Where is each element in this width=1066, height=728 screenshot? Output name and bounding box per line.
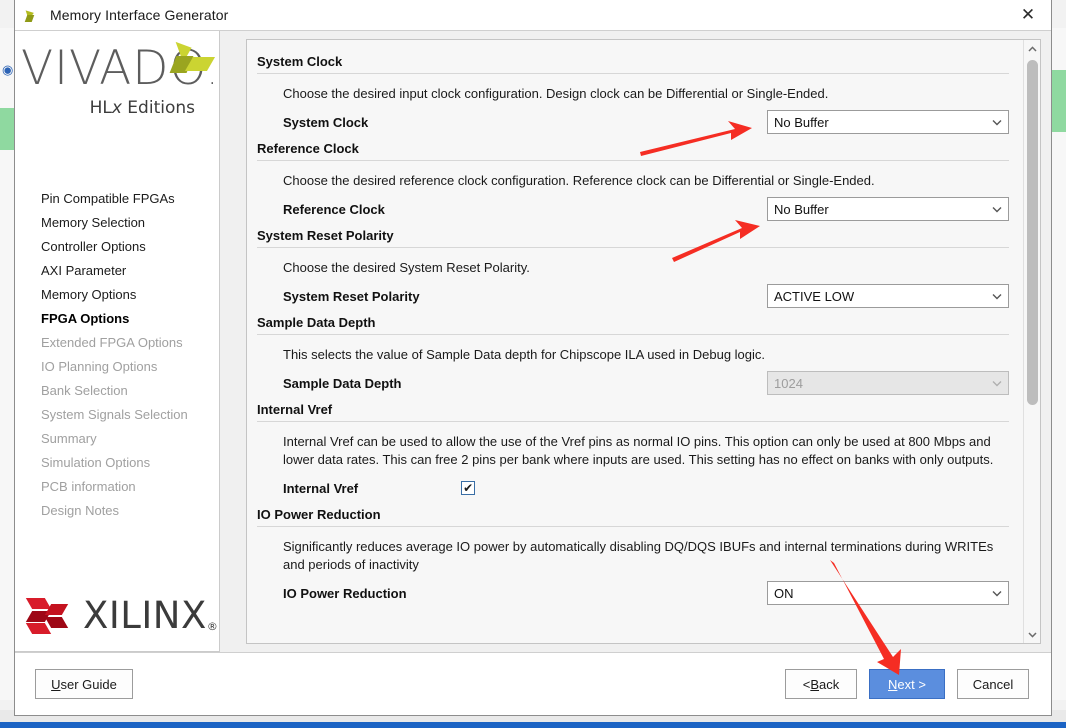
vivado-logo: VIVADO. HLx Editions xyxy=(15,31,219,181)
navigation-list: Pin Compatible FPGAs Memory Selection Co… xyxy=(15,181,219,580)
options-panel: System Clock Choose the desired input cl… xyxy=(246,39,1041,644)
checkmark-icon: ✔ xyxy=(463,481,474,495)
field-row-io-power-reduction: IO Power Reduction ON xyxy=(257,578,1009,608)
back-label: ack xyxy=(819,676,840,692)
section-desc-reference-clock: Choose the desired reference clock confi… xyxy=(283,173,875,188)
sidebar-item-bank-selection: Bank Selection xyxy=(41,383,128,398)
sidebar-item-extended-fpga-options: Extended FPGA Options xyxy=(41,335,183,350)
cancel-button[interactable]: Cancel xyxy=(957,669,1029,699)
chevron-down-icon xyxy=(992,119,1002,126)
section-title-system-clock: System Clock xyxy=(257,50,1009,74)
field-row-system-reset-polarity: System Reset Polarity ACTIVE LOW xyxy=(257,281,1009,311)
chevron-down-icon xyxy=(992,293,1002,300)
close-icon[interactable]: ✕ xyxy=(1005,0,1051,30)
section-title-reference-clock: Reference Clock xyxy=(257,137,1009,161)
memory-interface-generator-dialog: Memory Interface Generator ✕ VIVADO. HLx… xyxy=(14,0,1052,716)
title-bar: Memory Interface Generator ✕ xyxy=(15,0,1051,31)
vivado-icon xyxy=(24,6,42,24)
dialog-body: VIVADO. HLx Editions Pin Compatible FPGA… xyxy=(15,31,1051,653)
background-highlight-right xyxy=(1052,70,1066,132)
field-label-reference-clock: Reference Clock xyxy=(283,201,385,217)
chevron-down-icon xyxy=(992,206,1002,213)
sample-data-depth-value: 1024 xyxy=(774,375,803,391)
sidebar: VIVADO. HLx Editions Pin Compatible FPGA… xyxy=(15,31,220,652)
scroll-down-arrow-icon[interactable] xyxy=(1024,626,1041,643)
scroll-up-arrow-icon[interactable] xyxy=(1024,40,1041,57)
field-label-io-power-reduction: IO Power Reduction xyxy=(283,585,407,601)
xilinx-registered-mark: ® xyxy=(206,620,219,633)
section-desc-internal-vref: Internal Vref can be used to allow the u… xyxy=(283,434,994,467)
system-reset-polarity-value: ACTIVE LOW xyxy=(774,288,855,304)
window-title: Memory Interface Generator xyxy=(50,7,229,23)
xilinx-logo-mark xyxy=(25,596,71,636)
reference-clock-dropdown[interactable]: No Buffer xyxy=(767,197,1009,221)
sample-data-depth-dropdown: 1024 xyxy=(767,371,1009,395)
next-button[interactable]: Next > xyxy=(869,669,945,699)
section-desc-io-power-reduction: Significantly reduces average IO power b… xyxy=(283,539,994,572)
sidebar-item-controller-options[interactable]: Controller Options xyxy=(41,235,219,259)
vivado-logo-mark xyxy=(163,37,216,91)
vertical-scrollbar[interactable] xyxy=(1023,40,1040,643)
reference-clock-value: No Buffer xyxy=(774,201,829,217)
section-title-system-reset-polarity: System Reset Polarity xyxy=(257,224,1009,248)
user-guide-mnemonic: U xyxy=(51,676,61,692)
field-label-sample-data-depth: Sample Data Depth xyxy=(283,375,402,391)
field-label-system-reset-polarity: System Reset Polarity xyxy=(283,288,420,304)
section-desc-system-reset-polarity: Choose the desired System Reset Polarity… xyxy=(283,260,530,275)
dialog-footer: User Guide < Back Next > Cancel xyxy=(15,653,1051,715)
taskbar xyxy=(0,722,1066,728)
chevron-down-icon xyxy=(992,380,1002,387)
back-button[interactable]: < Back xyxy=(785,669,857,699)
edition-suffix: Editions xyxy=(121,98,195,118)
user-guide-label: ser Guide xyxy=(60,676,117,692)
xilinx-logo: XILINX® xyxy=(15,580,219,652)
sidebar-item-simulation-options: Simulation Options xyxy=(41,455,151,470)
sidebar-item-memory-options[interactable]: Memory Options xyxy=(41,283,219,307)
io-power-reduction-dropdown[interactable]: ON xyxy=(767,581,1009,605)
xilinx-wordmark: XILINX® xyxy=(83,594,218,637)
system-clock-value: No Buffer xyxy=(774,114,829,130)
field-row-internal-vref: Internal Vref ✔ xyxy=(257,473,1009,503)
section-desc-system-clock: Choose the desired input clock configura… xyxy=(283,86,829,101)
section-title-internal-vref: Internal Vref xyxy=(257,398,1009,422)
field-label-system-clock: System Clock xyxy=(283,114,369,130)
sidebar-item-fpga-options[interactable]: FPGA Options xyxy=(41,307,219,331)
user-guide-button[interactable]: User Guide xyxy=(35,669,133,699)
sidebar-item-memory-selection[interactable]: Memory Selection xyxy=(41,211,219,235)
sidebar-item-design-notes: Design Notes xyxy=(41,503,120,518)
sidebar-item-pcb-information: PCB information xyxy=(41,479,136,494)
xilinx-word-text: XILINX xyxy=(83,594,207,637)
field-row-sample-data-depth: Sample Data Depth 1024 xyxy=(257,368,1009,398)
back-prefix: < xyxy=(802,676,811,692)
system-reset-polarity-dropdown[interactable]: ACTIVE LOW xyxy=(767,284,1009,308)
chevron-down-icon xyxy=(992,590,1002,597)
section-desc-sample-data-depth: This selects the value of Sample Data de… xyxy=(283,347,766,362)
internal-vref-checkbox[interactable]: ✔ xyxy=(461,481,476,495)
io-power-reduction-value: ON xyxy=(774,585,794,601)
field-label-internal-vref: Internal Vref xyxy=(283,480,359,496)
field-row-reference-clock: Reference Clock No Buffer xyxy=(257,194,1009,224)
scrollbar-thumb[interactable] xyxy=(1027,60,1038,405)
system-clock-dropdown[interactable]: No Buffer xyxy=(767,110,1009,134)
sidebar-item-pin-compatible-fpgas[interactable]: Pin Compatible FPGAs xyxy=(41,187,219,211)
edition-prefix: HL xyxy=(89,98,112,118)
content-area: System Clock Choose the desired input cl… xyxy=(220,31,1051,652)
next-mnemonic: N xyxy=(888,676,898,692)
sidebar-item-system-signals-selection: System Signals Selection xyxy=(41,407,188,422)
back-mnemonic: B xyxy=(810,676,820,692)
sidebar-item-axi-parameter[interactable]: AXI Parameter xyxy=(41,259,219,283)
next-label: ext > xyxy=(897,676,926,692)
section-title-io-power-reduction: IO Power Reduction xyxy=(257,503,1009,527)
options-scroll-viewport: System Clock Choose the desired input cl… xyxy=(247,40,1023,643)
field-row-system-clock: System Clock No Buffer xyxy=(257,107,1009,137)
section-title-sample-data-depth: Sample Data Depth xyxy=(257,311,1009,335)
sidebar-item-summary: Summary xyxy=(41,431,97,446)
edition-italic: x xyxy=(111,98,122,118)
sidebar-item-io-planning-options: IO Planning Options xyxy=(41,359,158,374)
